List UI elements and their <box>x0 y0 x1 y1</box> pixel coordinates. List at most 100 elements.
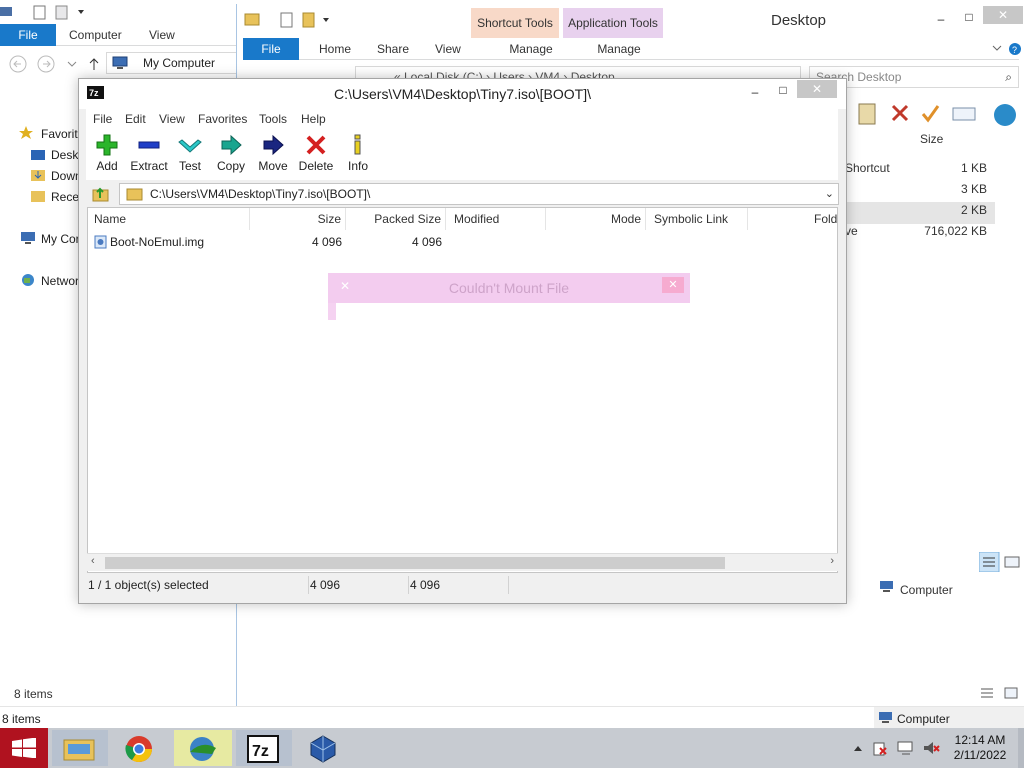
back-tab-file[interactable]: File <box>0 24 56 46</box>
back-tab-computer[interactable]: Computer <box>57 24 134 46</box>
delete-x-icon <box>306 135 326 155</box>
file-packed-size: 4 096 <box>411 235 442 249</box>
search-icon: ⌕ <box>1005 70 1012 84</box>
delete-label: Delete <box>298 159 334 173</box>
virtualbox-icon <box>310 735 336 763</box>
bottom-location: Computer <box>897 712 950 726</box>
sevenzip-titlebar: 7z C:\Users\VM4\Desktop\Tiny7.iso\[BOOT]… <box>79 79 846 109</box>
back-status-items: 8 items <box>14 687 53 701</box>
test-check-icon <box>178 139 202 153</box>
col-size[interactable]: Size <box>250 208 346 230</box>
delete-button[interactable]: Delete <box>298 134 334 173</box>
menu-favorites[interactable]: Favorites <box>198 112 247 126</box>
taskbar-chrome[interactable] <box>112 730 168 766</box>
extract-button[interactable]: Extract <box>130 134 168 173</box>
front-quick-access-icons[interactable] <box>243 10 343 30</box>
scroll-right-icon[interactable]: › <box>830 555 834 567</box>
back-tab-view[interactable]: View <box>137 24 187 46</box>
nav-arrows-icon[interactable] <box>8 54 108 74</box>
favorites-star-icon <box>19 126 33 139</box>
col-size-header[interactable]: Size <box>920 132 943 146</box>
front-tab-manage-shortcut[interactable]: Manage <box>487 38 575 60</box>
folder-up-icon[interactable] <box>92 185 110 203</box>
front-tab-home[interactable]: Home <box>307 38 363 60</box>
menu-file[interactable]: File <box>93 112 112 126</box>
move-label: Move <box>258 159 288 173</box>
file-row[interactable]: Boot-NoEmul.img 4 096 4 096 <box>88 232 837 252</box>
path-dropdown-icon[interactable]: ⌄ <box>825 184 834 204</box>
taskbar-7zip[interactable]: 7z <box>236 730 292 766</box>
minimize-button[interactable]: – <box>927 10 955 28</box>
copy-button[interactable]: Copy <box>216 134 246 173</box>
horizontal-scrollbar[interactable]: ‹ › <box>87 553 838 571</box>
close-button[interactable]: ✕ <box>983 6 1023 24</box>
file-name: Boot-NoEmul.img <box>110 235 205 249</box>
my-computer-icon <box>21 232 35 244</box>
row-size: 1 KB <box>960 161 987 175</box>
path-text: C:\Users\VM4\Desktop\Tiny7.iso\[BOOT]\ <box>150 187 371 201</box>
move-button[interactable]: Move <box>257 134 289 173</box>
system-tray-icons[interactable] <box>852 738 942 758</box>
show-desktop-button[interactable] <box>1018 728 1024 768</box>
scroll-left-icon[interactable]: ‹ <box>91 555 95 567</box>
tree-network[interactable]: Networ <box>41 274 79 288</box>
sevenzip-status-bar: 1 / 1 object(s) selected 4 096 4 096 <box>86 574 838 596</box>
menu-view[interactable]: View <box>159 112 185 126</box>
maximize-button[interactable]: □ <box>955 8 983 26</box>
info-button[interactable]: Info <box>346 134 370 173</box>
sevenzip-close-button[interactable]: ✕ <box>797 80 837 98</box>
front-toolbar-icons[interactable] <box>857 100 1024 130</box>
menu-help[interactable]: Help <box>301 112 326 126</box>
taskbar-virtualbox[interactable] <box>296 730 352 766</box>
scroll-thumb[interactable] <box>105 557 725 569</box>
col-folder[interactable]: Folder <box>748 208 837 230</box>
info-label: Info <box>347 159 368 173</box>
test-label: Test <box>178 159 201 173</box>
row-size: 3 KB <box>960 182 987 196</box>
add-label: Add <box>96 159 118 173</box>
network-icon <box>22 274 34 286</box>
col-symbolic-link[interactable]: Symbolic Link <box>646 208 748 230</box>
tree-favorites[interactable]: Favorit <box>41 127 81 141</box>
tree-recent[interactable]: Recer <box>51 190 79 204</box>
col-name[interactable]: Name <box>88 208 250 230</box>
menu-tools[interactable]: Tools <box>259 112 287 126</box>
taskbar-file-explorer[interactable] <box>52 730 108 766</box>
file-explorer-icon <box>63 739 95 761</box>
tree-downloads[interactable]: Down <box>51 169 79 183</box>
col-modified[interactable]: Modified <box>446 208 546 230</box>
tree-my-computer[interactable]: My Cor <box>41 232 79 246</box>
bottom-view-icons[interactable] <box>979 686 1024 702</box>
sevenzip-menubar: File Edit View Favorites Tools Help <box>86 109 838 130</box>
tree-desktop[interactable]: Deskt <box>51 148 79 162</box>
start-button[interactable] <box>0 728 48 768</box>
front-tab-file[interactable]: File <box>243 38 299 60</box>
quick-access-icons[interactable] <box>0 4 90 20</box>
add-button[interactable]: Add <box>94 134 120 173</box>
clock-time: 12:14 AM <box>954 733 1006 747</box>
path-folder-icon <box>126 188 143 201</box>
taskbar-idm[interactable] <box>174 730 232 766</box>
view-toggle-icons[interactable] <box>979 552 1024 572</box>
dialog-close-button[interactable]: ✕ <box>662 277 684 293</box>
sevenzip-minimize-button[interactable]: – <box>741 83 769 101</box>
clock[interactable]: 12:14 AM 2/11/2022 <box>944 733 1016 763</box>
test-button[interactable]: Test <box>176 134 204 173</box>
front-tab-share[interactable]: Share <box>365 38 421 60</box>
col-mode[interactable]: Mode <box>546 208 646 230</box>
sevenzip-maximize-button[interactable]: □ <box>769 81 797 99</box>
path-input[interactable]: C:\Users\VM4\Desktop\Tiny7.iso\[BOOT]\ ⌄ <box>119 183 839 205</box>
col-packed-size[interactable]: Packed Size <box>346 208 446 230</box>
sevenzip-path-bar: C:\Users\VM4\Desktop\Tiny7.iso\[BOOT]\ ⌄ <box>86 181 839 207</box>
menu-edit[interactable]: Edit <box>125 112 146 126</box>
svg-text:7z: 7z <box>252 743 269 760</box>
front-tab-manage-application[interactable]: Manage <box>569 38 669 60</box>
ribbon-expand-help-icon[interactable]: ? <box>991 42 1023 56</box>
svg-text:?: ? <box>1012 45 1017 55</box>
move-arrow-icon <box>263 134 284 156</box>
front-tab-view[interactable]: View <box>423 38 473 60</box>
status-computer-icon <box>880 581 893 592</box>
window-title: Desktop <box>771 12 827 29</box>
downloads-icon <box>31 170 45 181</box>
windows-logo-icon <box>12 738 36 758</box>
